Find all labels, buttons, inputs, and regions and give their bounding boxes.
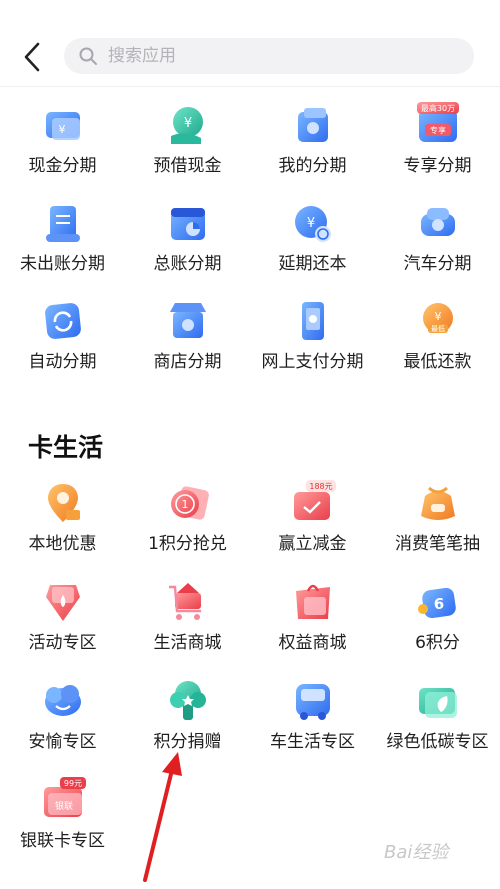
cloud-smile-icon — [45, 685, 81, 716]
app-item-label: 权益商城 — [278, 633, 347, 653]
svg-text:188元: 188元 — [309, 482, 332, 491]
svg-text:6: 6 — [434, 595, 444, 613]
app-item-label: 安愉专区 — [28, 732, 97, 752]
app-item-label: 专享分期 — [403, 156, 472, 176]
app-item-label: 自动分期 — [28, 352, 97, 372]
app-item-label: 商店分期 — [153, 352, 222, 372]
app-item[interactable]: 188元赢立减金 — [250, 480, 375, 570]
svg-text:银联: 银联 — [55, 800, 73, 812]
one-point-coin-icon: 1 — [171, 486, 209, 520]
svg-text:¥: ¥ — [435, 310, 442, 323]
app-item[interactable]: 网上支付分期 — [250, 298, 375, 388]
svg-text:1: 1 — [182, 498, 189, 511]
app-item[interactable]: 汽车分期 — [375, 200, 500, 290]
app-item-label: 现金分期 — [28, 156, 97, 176]
minimum-repay-icon: ¥最低 — [423, 303, 453, 333]
app-item-label: 生活商城 — [153, 633, 222, 653]
app-item[interactable]: ¥ 预借现金 — [125, 102, 250, 192]
app-item-label: 预借现金 — [153, 156, 222, 176]
svg-text:¥: ¥ — [184, 116, 192, 131]
wallet-icon — [298, 108, 328, 142]
app-item[interactable]: 积分捐赠 — [125, 678, 250, 768]
yuan-hand-icon: ¥ — [171, 107, 203, 144]
section-title-card-life: 卡生活 — [28, 433, 104, 462]
app-item-label: 延期还本 — [278, 254, 347, 274]
app-item-label: 网上支付分期 — [261, 352, 364, 372]
car-icon — [421, 208, 455, 236]
app-item[interactable]: 未出账分期 — [0, 200, 125, 290]
svg-text:专享: 专享 — [430, 125, 446, 135]
app-item-label: 1积分抢兑 — [148, 534, 227, 554]
app-item-label: 未出账分期 — [20, 254, 105, 274]
search-input[interactable]: 搜索应用 — [64, 38, 474, 74]
app-item-label: 总账分期 — [153, 254, 222, 274]
search-icon — [79, 47, 97, 65]
svg-text:最低: 最低 — [431, 324, 445, 333]
cash-card-icon: ¥ — [46, 112, 80, 140]
shopping-cart-icon — [169, 583, 201, 620]
back-arrow-icon[interactable] — [18, 40, 48, 74]
app-item-label: 最低还款 — [403, 352, 472, 372]
header-bar: 搜索应用 — [0, 0, 500, 88]
app-item[interactable]: 权益商城 — [250, 579, 375, 669]
app-item-label: 活动专区 — [28, 633, 97, 653]
app-item-label: 车生活专区 — [270, 732, 355, 752]
svg-text:¥: ¥ — [59, 123, 66, 136]
store-icon — [170, 303, 206, 338]
app-item[interactable]: 车生活专区 — [250, 678, 375, 768]
app-item[interactable]: 商店分期 — [125, 298, 250, 388]
activity-tag-icon — [46, 585, 80, 621]
unionpay-card-icon: 99元银联 — [44, 777, 86, 817]
app-item[interactable]: 绿色低碳专区 — [375, 678, 500, 768]
svg-text:¥: ¥ — [307, 216, 315, 231]
auto-refresh-icon — [45, 303, 81, 339]
app-item-label: 银联卡专区 — [20, 831, 105, 851]
app-item[interactable]: ¥ 延期还本 — [250, 200, 375, 290]
phone-pay-icon — [302, 302, 324, 340]
app-item-label: 消费笔笔抽 — [395, 534, 480, 554]
app-item[interactable]: 本地优惠 — [0, 480, 125, 570]
app-item[interactable]: 总账分期 — [125, 200, 250, 290]
header-divider — [0, 86, 500, 87]
app-item[interactable]: 最高30万专享专享分期 — [375, 102, 500, 192]
watermark-logo: Bai经验 — [384, 842, 449, 863]
location-pin-icon — [48, 484, 80, 522]
app-item[interactable]: 1 1积分抢兑 — [125, 480, 250, 570]
app-item[interactable]: 我的分期 — [250, 102, 375, 192]
app-item[interactable]: 99元银联银联卡专区 — [0, 777, 125, 867]
search-placeholder: 搜索应用 — [108, 46, 176, 66]
app-item[interactable]: ¥ 最低最低还款 — [375, 298, 500, 388]
app-item[interactable]: 安愉专区 — [0, 678, 125, 768]
svg-text:99元: 99元 — [64, 779, 82, 788]
app-item-label: 绿色低碳专区 — [386, 732, 489, 752]
app-item[interactable]: 自动分期 — [0, 298, 125, 388]
six-points-icon: 6 — [418, 587, 456, 619]
bus-icon — [296, 684, 330, 720]
svg-text:最高30万: 最高30万 — [421, 103, 455, 113]
tree-icon — [170, 681, 206, 720]
yuan-clock-icon: ¥ — [295, 206, 331, 242]
app-item-label: 赢立减金 — [278, 534, 347, 554]
app-item[interactable]: 6 6积分 — [375, 579, 500, 669]
app-item-label: 本地优惠 — [28, 534, 97, 554]
app-item[interactable]: 消费笔笔抽 — [375, 480, 500, 570]
calendar-chart-icon — [171, 208, 205, 240]
app-item[interactable]: 活动专区 — [0, 579, 125, 669]
app-item-label: 汽车分期 — [403, 254, 472, 274]
bill-scroll-icon — [46, 206, 80, 242]
coupon-icon: 188元 — [294, 480, 336, 520]
leaf-card-icon — [419, 688, 457, 718]
app-item-label: 积分捐赠 — [153, 732, 222, 752]
lucky-bag-icon — [421, 486, 455, 520]
app-item[interactable]: ¥ 现金分期 — [0, 102, 125, 192]
app-item-label: 6积分 — [415, 633, 460, 653]
exclusive-badge-icon: 最高30万专享 — [417, 102, 459, 142]
app-item[interactable]: 生活商城 — [125, 579, 250, 669]
app-item-label: 我的分期 — [278, 156, 347, 176]
gift-bag-icon — [296, 584, 330, 619]
